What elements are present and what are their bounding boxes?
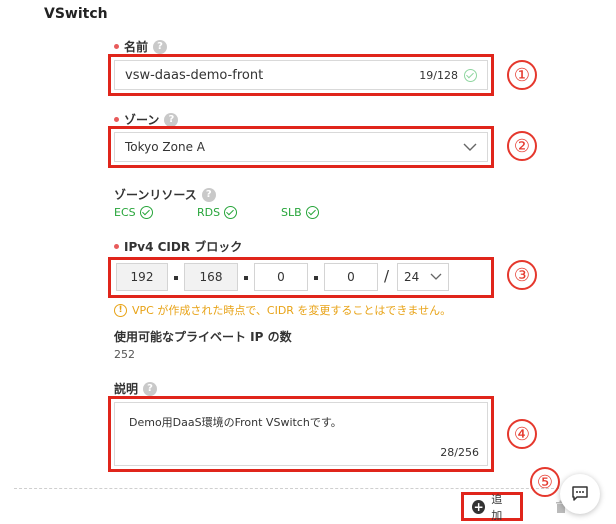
description-value: Demo用DaaS環境のFront VSwitchです。 <box>129 416 342 429</box>
cidr-octet-3[interactable]: 0 <box>254 263 308 291</box>
add-button-label: 追加 <box>491 492 503 522</box>
octet-separator <box>244 276 248 280</box>
cidr-warning-text: VPC が作成された時点で、CIDR を変更することはできません。 <box>132 304 452 317</box>
name-label: 名前 <box>124 40 149 54</box>
chat-icon <box>572 486 588 501</box>
cidr-label: IPv4 CIDR ブロック <box>124 240 243 254</box>
check-icon <box>305 206 319 219</box>
required-marker <box>114 244 119 249</box>
section-divider <box>14 488 564 489</box>
description-textarea[interactable]: Demo用DaaS環境のFront VSwitchです。 28/256 <box>114 402 488 466</box>
zone-resource-label: SLB <box>281 206 302 219</box>
required-marker <box>114 44 119 49</box>
chevron-down-icon <box>463 143 477 151</box>
cidr-label-row: IPv4 CIDR ブロック <box>114 238 242 255</box>
valid-check-icon <box>464 68 477 82</box>
help-icon[interactable]: ? <box>153 39 168 54</box>
private-ip-label: 使用可能なプライベート IP の数 <box>114 330 292 344</box>
zone-resource-slb: SLB <box>281 206 319 219</box>
cidr-octet-4[interactable]: 0 <box>324 263 378 291</box>
name-input[interactable]: vsw-daas-demo-front 19/128 <box>114 60 488 90</box>
section-title: VSwitch <box>44 6 108 22</box>
cidr-octet-2[interactable]: 168 <box>184 263 238 291</box>
cidr-mask-value: 24 <box>404 270 420 284</box>
check-icon <box>224 206 238 219</box>
name-label-row: 名前 ? <box>114 38 168 55</box>
marker-5: ⑤ <box>530 467 560 497</box>
private-ip-value: 252 <box>114 348 135 361</box>
marker-3: ③ <box>507 260 537 290</box>
marker-4: ④ <box>507 419 537 449</box>
name-input-value: vsw-daas-demo-front <box>125 67 264 83</box>
cidr-slash: / <box>384 267 390 285</box>
zone-select-value: Tokyo Zone A <box>125 140 205 154</box>
description-label-row: 説明 ? <box>114 380 158 397</box>
description-label: 説明 <box>114 382 139 396</box>
chevron-down-icon <box>430 273 442 280</box>
zone-resource-ecs: ECS <box>114 206 153 219</box>
zone-resources-label-row: ゾーンリソース ? <box>114 186 216 203</box>
marker-1: ① <box>507 60 537 90</box>
required-marker <box>114 117 119 122</box>
help-icon[interactable]: ? <box>164 112 179 127</box>
name-highlight-box: vsw-daas-demo-front 19/128 <box>108 54 494 96</box>
help-icon[interactable]: ? <box>143 381 158 396</box>
octet-separator <box>314 276 318 280</box>
cidr-mask-select[interactable]: 24 <box>397 263 449 291</box>
zone-select[interactable]: Tokyo Zone A <box>114 132 488 162</box>
help-icon[interactable]: ? <box>201 187 216 202</box>
add-button[interactable]: + 追加 <box>464 491 520 523</box>
name-counter: 19/128 <box>419 68 458 82</box>
add-highlight-box: + 追加 <box>461 491 523 523</box>
zone-resource-label: RDS <box>197 206 221 219</box>
zone-highlight-box: Tokyo Zone A <box>108 126 494 168</box>
cidr-highlight-box: 192 168 0 0 / 24 <box>108 257 494 298</box>
cidr-warning: ! VPC が作成された時点で、CIDR を変更することはできません。 <box>114 302 451 318</box>
octet-separator <box>174 276 178 280</box>
cidr-octet-1[interactable]: 192 <box>116 263 168 291</box>
plus-icon: + <box>472 499 486 514</box>
marker-2: ② <box>507 131 537 161</box>
check-icon <box>139 206 153 219</box>
zone-resource-rds: RDS <box>197 206 238 219</box>
warning-icon: ! <box>114 303 127 317</box>
description-highlight-box: Demo用DaaS環境のFront VSwitchです。 28/256 <box>108 396 494 472</box>
zone-resources-label: ゾーンリソース <box>114 188 197 202</box>
description-counter: 28/256 <box>440 446 479 459</box>
chat-button[interactable] <box>560 474 600 514</box>
zone-resource-label: ECS <box>114 206 136 219</box>
